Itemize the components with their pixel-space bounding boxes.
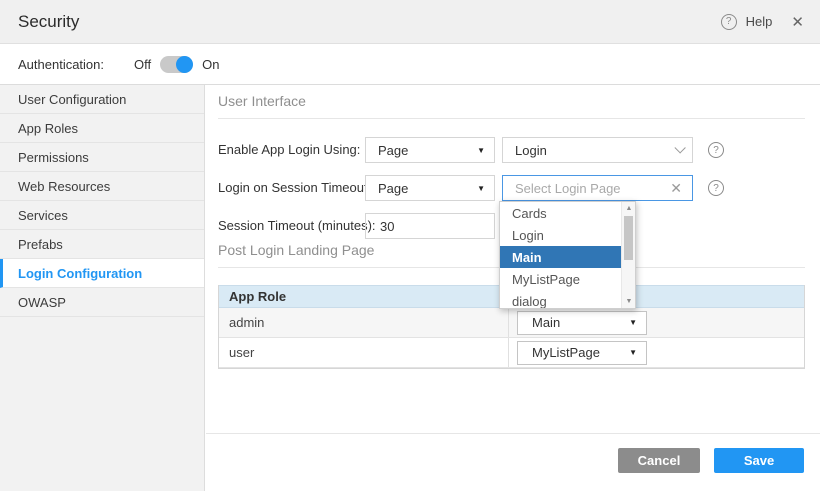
close-icon[interactable]: ✕ (791, 13, 804, 31)
sidebar-item-prefabs[interactable]: Prefabs (0, 230, 204, 259)
authentication-toggle[interactable] (160, 56, 193, 73)
toggle-off-label: Off (134, 57, 151, 72)
save-button[interactable]: Save (714, 448, 804, 473)
sidebar-item-login-configuration[interactable]: Login Configuration (0, 259, 204, 288)
scrollbar-thumb[interactable] (624, 216, 633, 260)
login-on-timeout-page-combobox[interactable]: Select Login Page ✕ (502, 175, 693, 201)
help-link[interactable]: Help (746, 14, 773, 29)
role-cell: admin (219, 308, 509, 337)
role-cell: user (219, 338, 509, 367)
section-heading-user-interface: User Interface (218, 93, 805, 119)
login-on-timeout-type-select[interactable]: Page ▼ (365, 175, 495, 201)
scroll-down-icon[interactable]: ▼ (622, 298, 636, 305)
table-row: admin Main ▼ (219, 308, 804, 338)
caret-down-icon: ▼ (477, 146, 485, 155)
combobox-placeholder: Select Login Page (515, 181, 621, 196)
scroll-up-icon[interactable]: ▲ (622, 205, 636, 212)
page-title: Security (18, 12, 79, 32)
dropdown-option-login[interactable]: Login (500, 224, 621, 246)
enable-app-login-page-combobox[interactable]: Login (502, 137, 693, 163)
landing-page-select-admin[interactable]: Main ▼ (517, 311, 647, 335)
enable-app-login-help-icon[interactable]: ? (708, 142, 724, 158)
sidebar-item-permissions[interactable]: Permissions (0, 143, 204, 172)
clear-icon[interactable]: ✕ (670, 180, 682, 197)
authentication-label: Authentication: (18, 57, 104, 72)
session-timeout-input[interactable]: 30 (365, 213, 495, 239)
settings-sidebar: User Configuration App Roles Permissions… (0, 85, 205, 491)
login-on-timeout-label: Login on Session Timeout: (218, 175, 371, 201)
caret-down-icon: ▼ (629, 348, 637, 357)
login-page-dropdown-list: Cards Login Main MyListPage dialog ▲ ▼ (499, 201, 636, 309)
chevron-down-icon (674, 142, 685, 153)
login-on-timeout-help-icon[interactable]: ? (708, 180, 724, 196)
enable-app-login-label: Enable App Login Using: (218, 137, 360, 163)
caret-down-icon: ▼ (629, 318, 637, 327)
dropdown-scrollbar[interactable]: ▲ ▼ (621, 202, 635, 308)
help-icon[interactable]: ? (721, 14, 737, 30)
dialog-header: Security ? Help ✕ (0, 0, 820, 44)
cancel-button[interactable]: Cancel (618, 448, 700, 473)
sidebar-item-services[interactable]: Services (0, 201, 204, 230)
session-timeout-label: Session Timeout (minutes): (218, 213, 376, 239)
sidebar-item-owasp[interactable]: OWASP (0, 288, 204, 317)
caret-down-icon: ▼ (477, 184, 485, 193)
enable-app-login-type-select[interactable]: Page ▼ (365, 137, 495, 163)
dropdown-option-cards[interactable]: Cards (500, 202, 621, 224)
landing-page-select-user[interactable]: MyListPage ▼ (517, 341, 647, 365)
sidebar-item-web-resources[interactable]: Web Resources (0, 172, 204, 201)
authentication-bar: Authentication: Off On (0, 45, 820, 85)
table-header-app-role: App Role (219, 289, 286, 304)
dropdown-option-main[interactable]: Main (500, 246, 621, 268)
table-row: user MyListPage ▼ (219, 338, 804, 368)
toggle-on-label: On (202, 57, 219, 72)
footer-divider (206, 433, 820, 434)
sidebar-item-app-roles[interactable]: App Roles (0, 114, 204, 143)
sidebar-item-user-configuration[interactable]: User Configuration (0, 85, 204, 114)
dropdown-option-dialog[interactable]: dialog (500, 290, 621, 309)
toggle-knob (176, 56, 193, 73)
dropdown-option-mylistpage[interactable]: MyListPage (500, 268, 621, 290)
